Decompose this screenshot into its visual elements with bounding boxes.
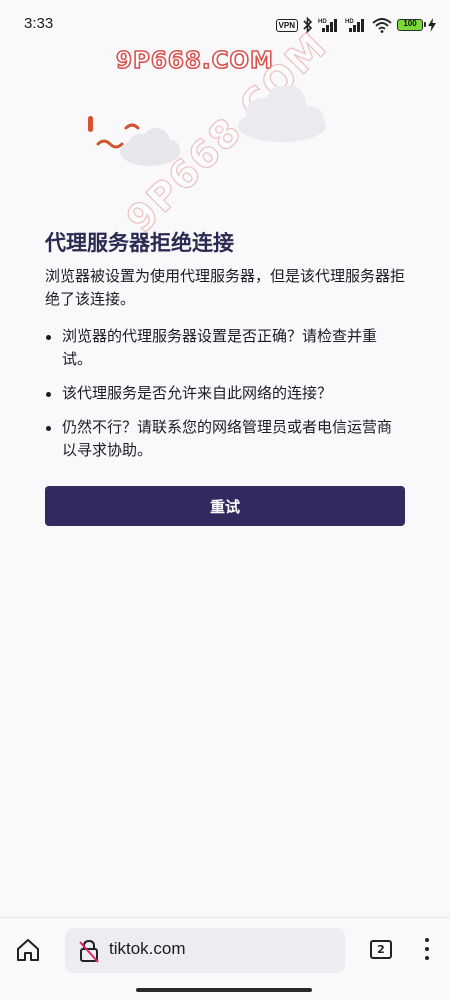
tab-count: 2 (377, 943, 385, 956)
bottom-toolbar: tiktok.com 2 (0, 917, 450, 984)
retry-button[interactable]: 重试 (45, 486, 405, 526)
error-intro: 浏览器被设置为使用代理服务器，但是该代理服务器拒绝了该连接。 (45, 267, 406, 308)
battery-level: 100 (403, 19, 417, 28)
gesture-nav-handle[interactable] (136, 988, 312, 992)
signal-icon-2: HD (345, 19, 364, 32)
status-bar: 3:33 VPN HD HD 100 (0, 0, 450, 50)
error-title: 代理服务器拒绝连接 (45, 231, 234, 255)
suggestion-item: 该代理服务是否允许来自此网络的连接？ (45, 382, 405, 405)
status-icons: VPN HD HD 100 (275, 15, 436, 35)
cloud-icon-large (238, 86, 326, 142)
error-illustration (88, 86, 326, 166)
signal-icon: HD (318, 19, 337, 32)
suggestion-list: 浏览器的代理服务器设置是否正确？请检查并重试。 该代理服务是否允许来自此网络的连… (45, 325, 405, 462)
signal-label: HD (318, 19, 327, 25)
bluetooth-icon (303, 17, 313, 33)
signal-label-2: HD (345, 19, 354, 25)
battery-icon: 100 (397, 19, 426, 31)
suggestion-item: 浏览器的代理服务器设置是否正确？请检查并重试。 (45, 325, 405, 371)
insecure-lock-icon[interactable] (77, 939, 101, 963)
cloud-icon (120, 128, 180, 166)
suggestion-item: 仍然不行？请联系您的网络管理员或者电信运营商以寻求协助。 (45, 416, 405, 462)
tabs-icon[interactable]: 2 (370, 940, 392, 959)
url-bar[interactable]: tiktok.com (65, 928, 345, 973)
home-icon[interactable] (14, 936, 42, 964)
watermark-top: 9P668.COM (115, 47, 274, 75)
error-content: 代理服务器拒绝连接 浏览器被设置为使用代理服务器，但是该代理服务器拒绝了该连接。… (45, 228, 405, 473)
more-menu-icon[interactable] (422, 938, 432, 964)
vpn-badge: VPN (275, 18, 298, 32)
charging-icon (428, 18, 436, 32)
url-text[interactable]: tiktok.com (109, 939, 186, 959)
wifi-icon (372, 18, 392, 33)
status-time: 3:33 (24, 15, 54, 32)
